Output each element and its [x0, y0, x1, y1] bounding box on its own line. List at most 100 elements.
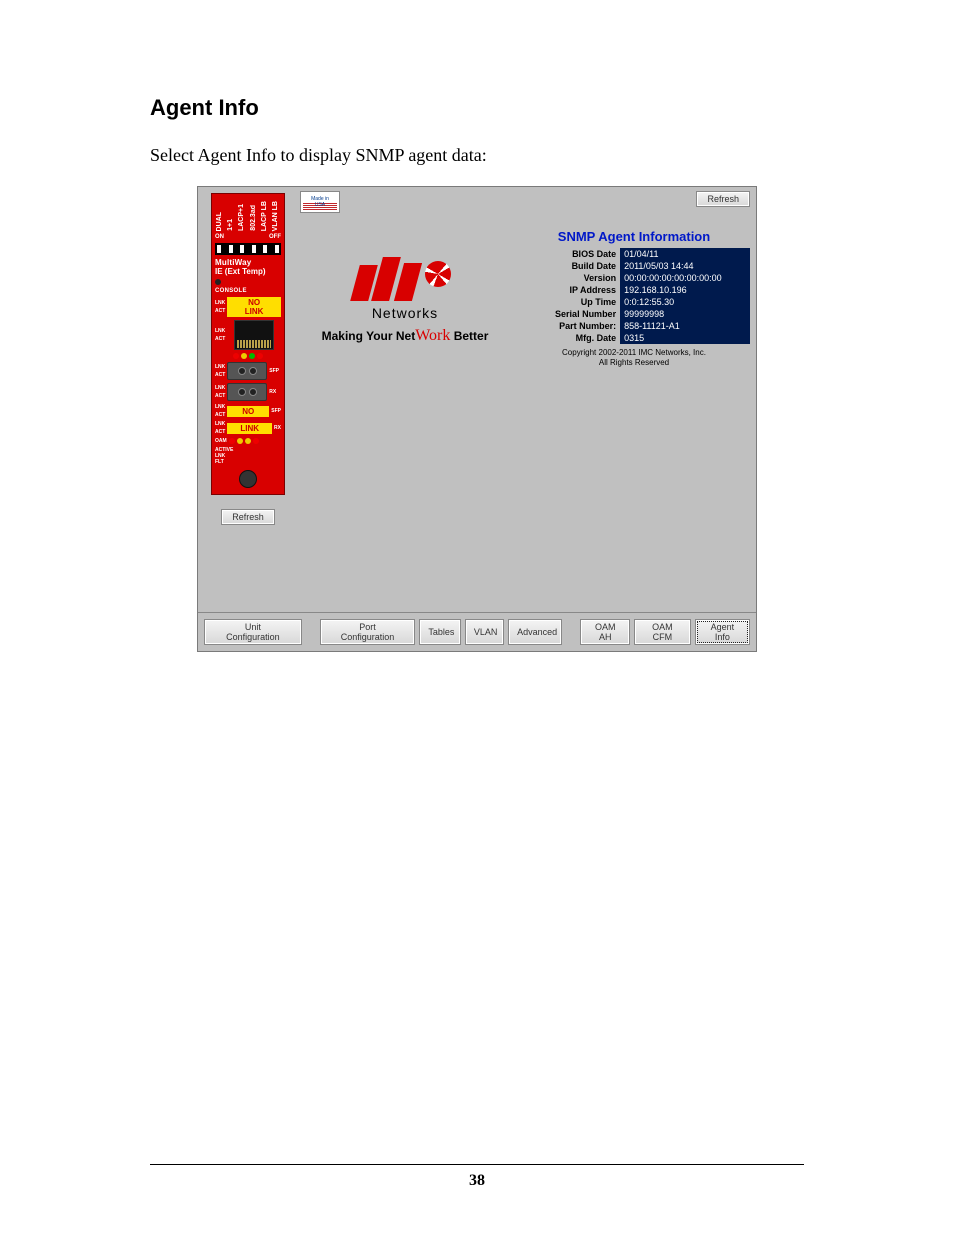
snmp-info-table: BIOS Date01/04/11 Build Date2011/05/03 1…: [518, 248, 750, 344]
port-side-leds: LNK ACT: [215, 300, 225, 314]
vendor-logo-box: Networks Making Your NetWork Better: [300, 229, 510, 345]
port-side-label: SFP: [269, 368, 279, 374]
info-value: 01/04/11: [620, 248, 750, 260]
link-badge: LINK: [227, 423, 272, 434]
snmp-info-panel: SNMP Agent Information BIOS Date01/04/11…: [518, 229, 750, 368]
led-icon: [229, 438, 235, 444]
main-panel: Made in USA Refresh Networks Making: [298, 187, 756, 612]
sfp-port-row: LNK ACT SFP: [215, 362, 281, 380]
dip-label-4: 802.3ad: [250, 205, 258, 231]
port-side-label: RX: [269, 389, 276, 395]
logo-tagline: Making Your NetWork Better: [322, 327, 489, 345]
tab-agent-info[interactable]: Agent Info: [695, 619, 750, 645]
info-value: 0:0:12:55.30: [620, 296, 750, 308]
dip-switch-icon: [252, 245, 256, 253]
device-sidebar: DUAL 1+1 LACP+1 802.3ad LACP LB VLAN LB …: [198, 187, 298, 612]
info-label: BIOS Date: [518, 248, 620, 260]
lnk-label: LNK: [215, 364, 225, 370]
dip-label-6: VLAN LB: [272, 201, 280, 231]
made-in-usa-badge: Made in USA: [300, 191, 340, 213]
act-label: ACT: [215, 412, 225, 418]
footer-rule: [150, 1164, 804, 1165]
oam-status-row: OAM: [215, 438, 281, 444]
tab-port-configuration[interactable]: Port Configuration: [320, 619, 416, 645]
product-name: MultiWay IE (Ext Temp): [215, 258, 281, 276]
tab-group-middle: Port Configuration Tables VLAN Advanced: [320, 619, 563, 645]
sfp-slot-icon: [227, 383, 267, 401]
info-value: 0315: [620, 332, 750, 344]
imc-networks-logo: Networks: [355, 257, 455, 321]
port-side-leds: LNK ACT: [215, 364, 225, 378]
rj45-port-icon: [234, 320, 274, 350]
logo-sub-text: Networks: [372, 305, 438, 321]
info-value: 192.168.10.196: [620, 284, 750, 296]
tab-advanced[interactable]: Advanced: [508, 619, 562, 645]
act-label: ACT: [215, 429, 225, 435]
led-icon: [245, 438, 251, 444]
act-label: ACT: [215, 372, 225, 378]
act-label: ACT: [215, 308, 225, 314]
oam-label: OAM: [215, 438, 227, 444]
dip-switch-icon: [229, 245, 233, 253]
table-row: Build Date2011/05/03 14:44: [518, 260, 750, 272]
content-row: Networks Making Your NetWork Better SNMP…: [300, 229, 750, 368]
port-side-label: SFP: [271, 408, 281, 414]
dip-switch-icon: [275, 245, 279, 253]
sfp-port-row: LNK ACT RX: [215, 383, 281, 401]
copyright-text: Copyright 2002-2011 IMC Networks, Inc. A…: [518, 348, 750, 368]
oam-sublabels: ACTIVE LNK FLT: [215, 447, 281, 465]
table-row: BIOS Date01/04/11: [518, 248, 750, 260]
status-led-icon: [215, 279, 221, 285]
lnk-label: LNK: [215, 328, 225, 334]
status-badge-row: LNK ACT LINK RX: [215, 421, 281, 435]
dip-off-label: OFF: [269, 234, 281, 240]
led-icon: [241, 353, 247, 359]
table-row: IP Address192.168.10.196: [518, 284, 750, 296]
console-label: CONSOLE: [215, 288, 281, 294]
table-row: Version00:00:00:00:00:00:00:00: [518, 272, 750, 284]
tab-oam-cfm[interactable]: OAM CFM: [634, 619, 691, 645]
dip-switch-icon: [240, 245, 244, 253]
dip-switch-block: [215, 243, 281, 255]
port-side-label: RX: [274, 425, 281, 431]
dip-label-2: 1+1: [227, 219, 235, 231]
dip-label-3: LACP+1: [238, 204, 246, 231]
dip-on-off-row: ON OFF: [215, 234, 281, 240]
led-icon: [237, 438, 243, 444]
no-badge: NO: [227, 406, 269, 417]
tab-tables[interactable]: Tables: [419, 619, 461, 645]
tab-unit-configuration[interactable]: Unit Configuration: [204, 619, 302, 645]
info-value: 00:00:00:00:00:00:00:00: [620, 272, 750, 284]
tab-oam-ah[interactable]: OAM AH: [580, 619, 630, 645]
info-label: IP Address: [518, 284, 620, 296]
snmp-info-title: SNMP Agent Information: [518, 229, 750, 244]
lnk-label: LNK: [215, 385, 225, 391]
dip-switch-icon: [263, 245, 267, 253]
document-page: Agent Info Select Agent Info to display …: [0, 0, 954, 1235]
sfp-slot-icon: [227, 362, 267, 380]
dip-label-5: LACP LB: [261, 201, 269, 231]
sidebar-refresh-button[interactable]: Refresh: [221, 509, 275, 525]
tab-vlan[interactable]: VLAN: [465, 619, 504, 645]
info-label: Serial Number: [518, 308, 620, 320]
app-window: DUAL 1+1 LACP+1 802.3ad LACP LB VLAN LB …: [197, 186, 757, 652]
main-top-row: Made in USA Refresh: [300, 191, 750, 213]
lnk-label: LNK: [215, 421, 225, 427]
info-label: Version: [518, 272, 620, 284]
dip-label-1: DUAL: [216, 212, 224, 231]
dip-on-label: ON: [215, 234, 224, 240]
lnk-label: LNK: [215, 404, 225, 410]
info-label: Build Date: [518, 260, 620, 272]
lnk-label: LNK: [215, 300, 225, 306]
tab-group-right: OAM AH OAM CFM Agent Info: [580, 619, 750, 645]
main-refresh-button[interactable]: Refresh: [696, 191, 750, 207]
info-value: 2011/05/03 14:44: [620, 260, 750, 272]
info-label: Part Number:: [518, 320, 620, 332]
info-value: 858-11121-A1: [620, 320, 750, 332]
table-row: Mfg. Date0315: [518, 332, 750, 344]
table-row: Up Time0:0:12:55.30: [518, 296, 750, 308]
section-description: Select Agent Info to display SNMP agent …: [150, 145, 804, 166]
port-side-leds: LNK ACT: [215, 328, 225, 342]
app-top-area: DUAL 1+1 LACP+1 802.3ad LACP LB VLAN LB …: [198, 187, 756, 612]
status-badge-row: LNK ACT NO SFP: [215, 404, 281, 418]
